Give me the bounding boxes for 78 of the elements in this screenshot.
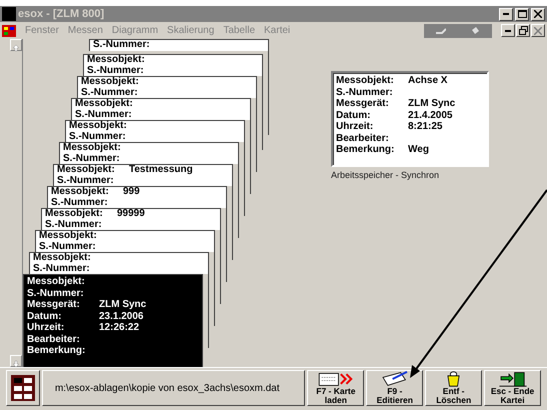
- card-field: S.-Nummer:: [45, 220, 217, 230]
- file-card[interactable]: Messobjekt: S.-Nummer:: [77, 76, 257, 98]
- card-field: Bearbeiter:: [27, 334, 199, 345]
- card-field: S.-Nummer:: [81, 88, 253, 98]
- restore-button[interactable]: [516, 24, 530, 37]
- card-field: S.-Nummer:: [63, 154, 235, 164]
- close-button[interactable]: [531, 24, 545, 37]
- trash-bin-icon: [446, 371, 462, 387]
- card-field: Bearbeiter:: [336, 132, 484, 144]
- maximize-icon: [518, 10, 526, 18]
- card-field: Datum: 21.4.2005: [336, 110, 484, 121]
- minimize-icon: [503, 13, 509, 15]
- function-button[interactable]: F7 - Karte laden: [307, 370, 364, 406]
- file-card[interactable]: Messobjekt: S.-Nummer:: [35, 230, 215, 252]
- tool-icon[interactable]: [436, 28, 446, 34]
- function-button[interactable]: Entf - Löschen: [425, 370, 482, 406]
- card-index-button[interactable]: [6, 370, 40, 406]
- card-field: Bemerkung:: [27, 345, 199, 356]
- restore-icon: [518, 26, 528, 35]
- card-field: S.-Nummer:: [87, 66, 259, 76]
- card-field: Messobjekt:: [69, 121, 241, 132]
- file-card[interactable]: Messobjekt: 999 S.-Nummer:: [47, 186, 227, 208]
- file-card[interactable]: Messobjekt: S.-Nummer: Messgerät: ZLM Sync Datum: 23.1.2006 Uhrzeit: 12:26:22 Bearbeiter: Bemerkung:: [23, 274, 203, 367]
- card-field: Messobjekt:: [27, 276, 199, 288]
- file-card[interactable]: Messobjekt: S.-Nummer:: [71, 98, 251, 120]
- scroll-up-button[interactable]: [10, 39, 22, 51]
- card-field: S.-Nummer:: [93, 40, 265, 50]
- scroll-down-button[interactable]: [10, 355, 22, 367]
- card-field: Messobjekt: Achse X: [336, 75, 484, 86]
- door-arrow-icon: [498, 371, 528, 387]
- card-field: Messobjekt: 999: [51, 187, 223, 198]
- card-field: S.-Nummer:: [27, 288, 199, 299]
- file-card[interactable]: Messobjekt: S.-Nummer:: [29, 252, 209, 274]
- file-card[interactable]: Messobjekt: S.-Nummer:: [83, 54, 263, 76]
- card-field: S.-Nummer:: [336, 86, 484, 98]
- file-card[interactable]: Messobjekt: Testmessung S.-Nummer:: [53, 164, 233, 186]
- minimize-icon: [505, 30, 511, 32]
- card-field: Messobjekt:: [75, 99, 247, 110]
- card-field: Messobjekt: 99999: [45, 209, 217, 220]
- minimize-button[interactable]: [499, 8, 513, 20]
- up-arrow-icon: [12, 44, 20, 52]
- close-icon: [534, 26, 542, 34]
- panel-caption: Arbeitsspeicher - Synchron: [331, 170, 440, 180]
- card-field: S.-Nummer:: [57, 176, 229, 186]
- app-logo-icon: [2, 7, 16, 21]
- grid-app-icon[interactable]: [2, 24, 16, 36]
- file-card[interactable]: Messobjekt: S.-Nummer:: [65, 120, 245, 142]
- maximize-button[interactable]: [515, 8, 529, 20]
- card-field: Messobjekt: Testmessung: [57, 165, 229, 176]
- card-field: Datum: 23.1.2006: [27, 310, 199, 322]
- file-card[interactable]: Messobjekt: 99999 S.-Nummer:: [41, 208, 221, 230]
- minimize-button[interactable]: [501, 24, 515, 37]
- tool-icon[interactable]: [470, 26, 480, 35]
- card-field: Messobjekt:: [81, 77, 253, 88]
- card-field: Messgerät: ZLM Sync: [336, 98, 484, 110]
- function-button[interactable]: F9 - Editieren: [366, 370, 424, 406]
- card-field: S.-Nummer:: [75, 110, 247, 120]
- card-field: Messobjekt:: [63, 143, 235, 154]
- card-field: Uhrzeit: 12:26:22: [27, 322, 199, 334]
- card-field: S.-Nummer:: [51, 198, 223, 208]
- card-field: S.-Nummer:: [33, 264, 205, 274]
- card-field: Messobjekt:: [87, 55, 259, 66]
- close-button[interactable]: [531, 8, 545, 20]
- window-title: esox - [ZLM 800]: [18, 8, 106, 20]
- card-field: Bemerkung: Weg: [336, 144, 484, 156]
- card-field: Uhrzeit: 8:21:25: [336, 121, 484, 132]
- envelope-pen-icon: [380, 371, 410, 387]
- card-field: Messobjekt:: [39, 231, 211, 242]
- file-path: m:\esox-ablagen\kopie von esox_3achs\esoxm.dat: [42, 370, 306, 406]
- card-field: Messgerät: ZLM Sync: [27, 299, 199, 310]
- card-field: Messobjekt:: [33, 253, 205, 264]
- file-card[interactable]: Messobjekt: S.-Nummer:: [59, 142, 239, 164]
- close-icon: [534, 10, 542, 18]
- card-field: S.-Nummer:: [69, 132, 241, 142]
- grid-icon: [10, 375, 35, 401]
- function-button[interactable]: Esc - Ende Kartei: [484, 370, 541, 406]
- card-field: S.-Nummer:: [39, 242, 211, 252]
- file-card[interactable]: S.-Nummer:: [89, 39, 269, 51]
